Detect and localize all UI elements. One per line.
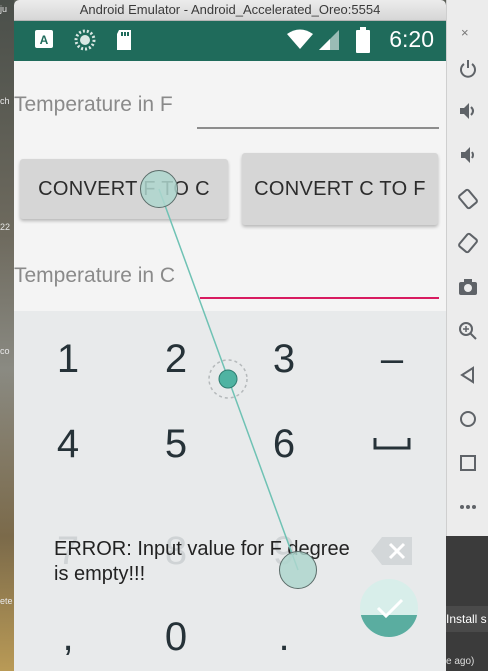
done-key[interactable] (360, 579, 418, 637)
camera-icon[interactable] (457, 276, 479, 298)
rotate-right-icon[interactable] (457, 232, 479, 254)
window-title: Android Emulator - Android_Accelerated_O… (14, 0, 446, 21)
volume-up-icon[interactable] (457, 100, 479, 122)
backspace-icon (371, 537, 412, 565)
overview-icon[interactable] (457, 452, 479, 474)
back-icon[interactable] (457, 364, 479, 386)
power-icon[interactable] (457, 58, 479, 80)
timestamp-fragment: e ago) (446, 656, 475, 667)
key-5[interactable]: 5 (122, 414, 230, 474)
sd-card-icon (117, 30, 131, 50)
volume-down-icon[interactable] (457, 144, 479, 166)
touch-point-start (140, 170, 178, 208)
desktop-text-fragment: ju (0, 4, 8, 14)
key-backspace[interactable] (338, 521, 446, 581)
rotate-left-icon[interactable] (457, 188, 479, 210)
key-2[interactable]: 2 (122, 329, 230, 389)
key-0[interactable]: 0 (122, 607, 230, 667)
app-notification-icon: A (35, 30, 53, 48)
signal-icon (319, 30, 339, 50)
touch-point-end (279, 551, 317, 589)
desktop-text-fragment: co (0, 346, 10, 356)
key-period[interactable]: . (230, 607, 338, 667)
wifi-icon (287, 29, 313, 49)
check-icon (376, 598, 404, 619)
desktop-text-fragment: ete (0, 596, 13, 606)
battery-icon (356, 27, 370, 53)
convert-f-to-c-button[interactable]: CONVERT F TO C (20, 159, 228, 219)
svg-text:A: A (40, 33, 49, 47)
key-minus[interactable]: – (338, 329, 446, 389)
loading-circle-icon (74, 29, 96, 51)
convert-c-to-f-button[interactable]: CONVERT C TO F (242, 153, 438, 225)
fahrenheit-input-hint: Temperature in F (14, 93, 173, 116)
celsius-input-hint: Temperature in C (14, 264, 176, 287)
status-time: 6:20 (389, 26, 434, 52)
key-1[interactable]: 1 (14, 329, 122, 389)
desktop-text-fragment: ch (0, 96, 10, 106)
emulator-window: Android Emulator - Android_Accelerated_O… (14, 0, 446, 671)
key-comma[interactable]: , (14, 607, 122, 667)
close-button[interactable]: × (461, 25, 469, 40)
device-screen[interactable]: A 6:20 Temperature in F CONVERT F TO C C… (14, 21, 446, 671)
install-notification[interactable]: Install s (446, 606, 488, 632)
celsius-input[interactable] (200, 297, 439, 299)
zoom-icon[interactable] (457, 320, 479, 342)
fahrenheit-input[interactable] (197, 127, 439, 129)
space-bar-icon (373, 438, 411, 450)
more-icon[interactable] (457, 496, 479, 518)
desktop-text-fragment: 22 (0, 222, 11, 232)
key-6[interactable]: 6 (230, 414, 338, 474)
desktop-background: ju ch 22 co ete (0, 0, 14, 671)
ide-background (446, 536, 488, 671)
home-icon[interactable] (457, 408, 479, 430)
key-4[interactable]: 4 (14, 414, 122, 474)
status-bar: A 6:20 (14, 21, 446, 61)
key-3[interactable]: 3 (230, 329, 338, 389)
key-space[interactable] (338, 414, 446, 474)
